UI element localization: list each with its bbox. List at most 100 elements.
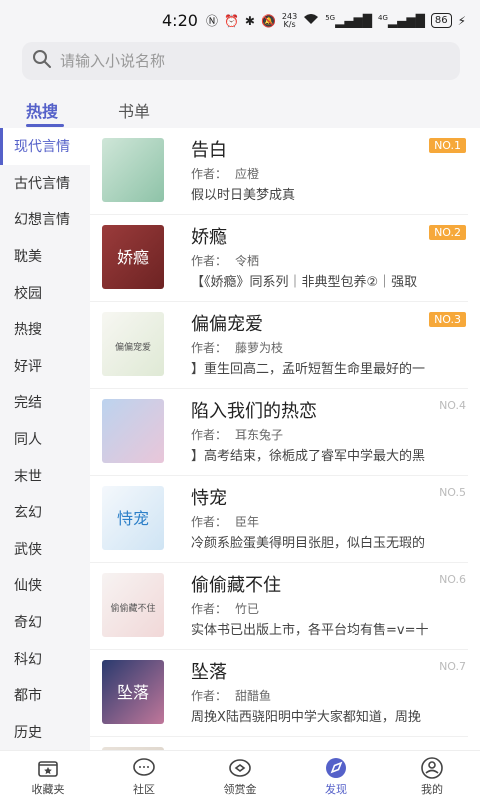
author-name: 藤萝为枝 — [235, 341, 284, 355]
book-cover[interactable]: 恃宠 — [102, 486, 164, 550]
book-cover[interactable] — [102, 138, 164, 202]
author-label: 作者： — [191, 602, 228, 616]
cover-title-text: 偷偷藏不住 — [110, 602, 155, 614]
category-item[interactable]: 幻想言情 — [0, 201, 90, 238]
book-row[interactable] — [90, 737, 468, 750]
nav-community[interactable]: 社区 — [96, 751, 192, 800]
book-row[interactable]: 恃宠 恃宠 作者： 臣年 冷颜系脸蛋美得明目张胆，似白玉无瑕的 NO.5 — [90, 476, 468, 563]
nav-profile[interactable]: 我的 — [384, 751, 480, 800]
chat-bubble-icon — [133, 758, 155, 776]
author-name: 耳东兔子 — [235, 428, 284, 442]
mute-icon: 🔕 — [260, 13, 276, 28]
cover-title-text: 偏偏宠爱 — [115, 341, 151, 353]
signal-5g-icon: 5G▂▄▆█ — [325, 13, 373, 28]
book-cover[interactable]: 娇瘾 — [102, 225, 164, 289]
search-bar[interactable] — [22, 42, 460, 80]
category-item[interactable]: 耽美 — [0, 238, 90, 275]
book-author: 作者： 应橙 — [191, 165, 259, 182]
book-row[interactable]: 娇瘾 娇瘾 作者： 令栖 【《娇瘾》同系列｜非典型包养②｜强取 NO.2 — [90, 215, 468, 302]
book-title: 偏偏宠爱 — [191, 314, 263, 335]
book-row[interactable]: 坠落 坠落 作者： 甜醋鱼 周挽X陆西骁阳明中学大家都知道，周挽 NO.7 — [90, 650, 468, 737]
book-row[interactable]: 告白 作者： 应橙 假以时日美梦成真 NO.1 — [90, 128, 468, 215]
rank-badge: NO.5 — [439, 486, 466, 499]
status-icons: Ⓝ ⏰ ✱ 🔕 243 K/s 5G▂▄▆█ 4G▂▄▆█ 86 ⚡ — [206, 12, 466, 29]
category-item[interactable]: 仙侠 — [0, 567, 90, 604]
nav-bookshelf[interactable]: 收藏夹 — [0, 751, 96, 800]
category-item[interactable]: 武侠 — [0, 531, 90, 568]
category-item[interactable]: 都市 — [0, 677, 90, 714]
cover-title-text: 恃宠 — [117, 509, 149, 528]
book-title: 娇瘾 — [191, 227, 227, 248]
category-item[interactable]: 古代言情 — [0, 165, 90, 202]
category-sidebar: 现代言情 古代言情 幻想言情 耽美 校园 热搜 好评 完结 同人 末世 玄幻 武侠 仙侠 奇幻 科幻 都市 历史 — [0, 128, 90, 750]
author-label: 作者： — [191, 515, 228, 529]
category-item[interactable]: 现代言情 — [0, 128, 90, 165]
book-author: 作者： 臣年 — [191, 513, 259, 530]
book-author: 作者： 甜醋鱼 — [191, 687, 271, 704]
rank-badge: NO.6 — [439, 573, 466, 586]
wifi-icon — [303, 13, 319, 28]
book-title: 陷入我们的热恋 — [191, 401, 317, 422]
book-description: 冷颜系脸蛋美得明目张胆，似白玉无瑕的 — [191, 536, 426, 551]
tab-book-list[interactable]: 书单 — [118, 98, 150, 122]
book-description: 周挽X陆西骁阳明中学大家都知道，周挽 — [191, 710, 421, 725]
cover-title-text: 坠落 — [117, 683, 149, 702]
book-row[interactable]: 陷入我们的热恋作者： 耳东兔子】高考结束，徐栀成了睿军中学最大的黑 NO.4 — [90, 389, 468, 476]
author-name: 竹已 — [235, 602, 260, 616]
author-label: 作者： — [191, 341, 228, 355]
author-label: 作者： — [191, 254, 228, 268]
nav-discover[interactable]: 发现 — [288, 751, 384, 800]
nav-reward[interactable]: 领赏金 — [192, 751, 288, 800]
rank-badge: NO.1 — [429, 138, 466, 153]
book-description: 实体书已出版上市，各平台均有售=v=十 — [191, 623, 429, 638]
category-item[interactable]: 历史 — [0, 714, 90, 751]
author-label: 作者： — [191, 428, 228, 442]
status-bar: 4:20 Ⓝ ⏰ ✱ 🔕 243 K/s 5G▂▄▆█ 4G▂▄▆█ 86 ⚡ — [0, 0, 480, 40]
search-icon — [32, 49, 52, 73]
discover-icon — [326, 758, 346, 778]
book-author: 作者： 耳东兔子 — [191, 426, 283, 443]
category-item[interactable]: 校园 — [0, 274, 90, 311]
category-item[interactable]: 热搜 — [0, 311, 90, 348]
category-item[interactable]: 完结 — [0, 384, 90, 421]
rank-badge: NO.4 — [439, 399, 466, 412]
category-item[interactable]: 奇幻 — [0, 604, 90, 641]
book-cover[interactable] — [102, 399, 164, 463]
book-title: 恃宠 — [191, 488, 227, 509]
book-cover[interactable]: 偷偷藏不住 — [102, 573, 164, 637]
book-title: 偷偷藏不住 — [191, 575, 281, 596]
category-item[interactable]: 末世 — [0, 457, 90, 494]
category-item[interactable]: 玄幻 — [0, 494, 90, 531]
charging-icon: ⚡ — [457, 13, 466, 28]
signal-4g-icon: 4G▂▄▆█ — [378, 13, 425, 28]
author-name: 应橙 — [235, 167, 260, 181]
search-input[interactable] — [60, 52, 420, 70]
bookshelf-icon — [38, 761, 58, 777]
author-label: 作者： — [191, 167, 228, 181]
reward-icon — [229, 759, 251, 777]
book-author: 作者： 令栖 — [191, 252, 259, 269]
tab-indicator — [26, 124, 64, 127]
bluetooth-vibrate-icon: ✱ — [244, 13, 255, 28]
book-title: 坠落 — [191, 662, 227, 683]
book-cover[interactable]: 坠落 — [102, 660, 164, 724]
book-author: 作者： 藤萝为枝 — [191, 339, 283, 356]
author-name: 令栖 — [235, 254, 260, 268]
book-description: 假以时日美梦成真 — [191, 188, 296, 203]
net-speed: 243 K/s — [281, 11, 298, 29]
rank-badge: NO.3 — [429, 312, 466, 327]
book-row[interactable]: 偏偏宠爱 偏偏宠爱 作者： 藤萝为枝 】重生回高二，孟听短暂生命里最好的一 NO.3 — [90, 302, 468, 389]
category-item[interactable]: 好评 — [0, 348, 90, 385]
alarm-icon: ⏰ — [223, 13, 239, 28]
book-row[interactable]: 偷偷藏不住 偷偷藏不住 作者： 竹已 实体书已出版上市，各平台均有售=v=十 NO.6 — [90, 563, 468, 650]
book-cover[interactable]: 偏偏宠爱 — [102, 312, 164, 376]
category-item[interactable]: 同人 — [0, 421, 90, 458]
cover-title-text: 娇瘾 — [117, 248, 149, 267]
profile-icon — [421, 757, 443, 779]
book-description: 】高考结束，徐栀成了睿军中学最大的黑 — [191, 449, 426, 464]
bottom-nav: 收藏夹 社区 领赏金 发现 我的 — [0, 750, 480, 800]
tab-hot-search[interactable]: 热搜 — [26, 98, 58, 122]
category-item[interactable]: 科幻 — [0, 640, 90, 677]
author-label: 作者： — [191, 689, 228, 703]
nfc-icon: Ⓝ — [205, 14, 218, 28]
